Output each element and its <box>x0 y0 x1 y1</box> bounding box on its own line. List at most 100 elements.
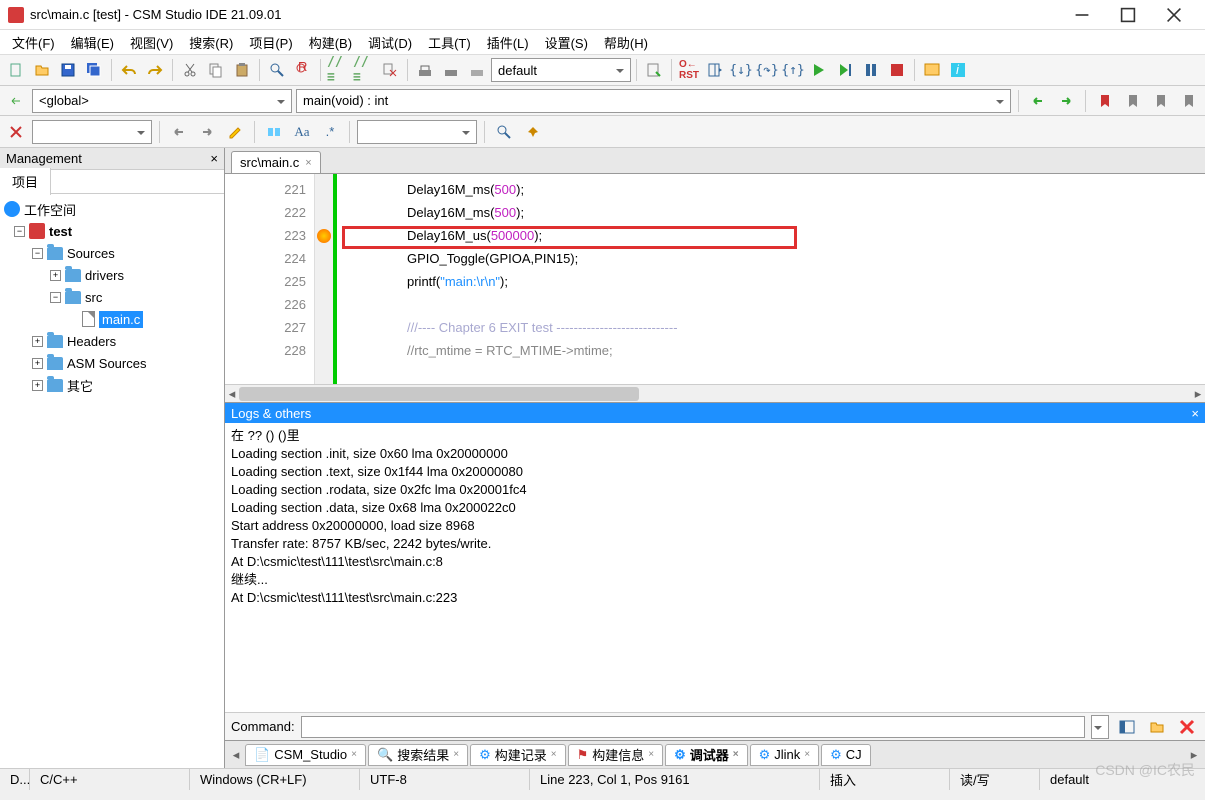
breakpoint-icon[interactable] <box>317 229 331 243</box>
tree-src[interactable]: −src <box>2 286 222 308</box>
cmd-folder-icon[interactable] <box>1145 715 1169 739</box>
build-target-combo[interactable]: default <box>491 58 631 82</box>
replace-icon[interactable]: R <box>291 58 315 82</box>
bookmark-prev-icon[interactable] <box>1121 89 1145 113</box>
tab-project[interactable]: 项目 <box>0 168 51 195</box>
step-into-icon[interactable]: {↓} <box>729 58 753 82</box>
menu-edit[interactable]: 编辑(E) <box>65 31 120 54</box>
status-eol[interactable]: Windows (CR+LF) <box>190 769 360 790</box>
continue-icon[interactable] <box>807 58 831 82</box>
tab-close-icon[interactable]: × <box>551 749 557 760</box>
find-history-combo[interactable] <box>32 120 152 144</box>
close-find-icon[interactable] <box>4 120 28 144</box>
btab-buildinfo[interactable]: ⚑构建信息× <box>568 744 664 766</box>
save-all-icon[interactable] <box>82 58 106 82</box>
status-lang[interactable]: C/C++ <box>30 769 190 790</box>
step-over-icon[interactable]: {↷} <box>755 58 779 82</box>
menu-plugins[interactable]: 插件(L) <box>481 31 535 54</box>
btab-buildlog[interactable]: ⚙构建记录× <box>470 744 566 766</box>
paste-icon[interactable] <box>230 58 254 82</box>
tabs-scroll-right-icon[interactable]: ▸ <box>1187 747 1201 763</box>
debug-window-icon[interactable] <box>920 58 944 82</box>
info-icon[interactable]: i <box>946 58 970 82</box>
redo-icon[interactable] <box>143 58 167 82</box>
reset-icon[interactable]: O←RST <box>677 58 701 82</box>
menu-project[interactable]: 项目(P) <box>243 31 298 54</box>
tab-close-icon[interactable]: × <box>305 157 311 169</box>
btab-jlink[interactable]: ⚙Jlink× <box>750 744 820 766</box>
tree-project[interactable]: −test <box>2 220 222 242</box>
command-input[interactable] <box>301 716 1085 738</box>
new-file-icon[interactable] <box>4 58 28 82</box>
pause-icon[interactable] <box>859 58 883 82</box>
stop-icon[interactable] <box>885 58 909 82</box>
tree-drivers[interactable]: +drivers <box>2 264 222 286</box>
run-to-cursor-icon[interactable] <box>833 58 857 82</box>
menu-search[interactable]: 搜索(R) <box>183 31 239 54</box>
expand-icon[interactable]: + <box>32 380 43 391</box>
build-icon[interactable] <box>413 58 437 82</box>
step-out-icon[interactable]: {↑} <box>781 58 805 82</box>
btab-debugger[interactable]: ⚙调试器× <box>665 744 748 766</box>
find-next-icon[interactable] <box>195 120 219 144</box>
collapse-icon[interactable]: − <box>32 248 43 259</box>
bookmark-next-icon[interactable] <box>1149 89 1173 113</box>
bookmark-clear-icon[interactable] <box>378 58 402 82</box>
open-file-icon[interactable] <box>30 58 54 82</box>
find-prev-icon[interactable] <box>167 120 191 144</box>
download-icon[interactable] <box>642 58 666 82</box>
uncomment-icon[interactable]: //≡ <box>352 58 376 82</box>
rebuild-icon[interactable] <box>439 58 463 82</box>
breakpoint-column[interactable] <box>315 174 333 384</box>
logs-close-icon[interactable]: × <box>1191 406 1199 421</box>
find-icon[interactable] <box>265 58 289 82</box>
tree-other[interactable]: +其它 <box>2 374 222 396</box>
tree-headers[interactable]: +Headers <box>2 330 222 352</box>
highlight-icon[interactable] <box>223 120 247 144</box>
code-editor[interactable]: 221222223224225226227228 Delay16M_ms(500… <box>225 174 1205 384</box>
menu-file[interactable]: 文件(F) <box>6 31 61 54</box>
menu-view[interactable]: 视图(V) <box>124 31 179 54</box>
nav-fwd-icon[interactable] <box>1054 89 1078 113</box>
code-text[interactable]: Delay16M_ms(500);Delay16M_ms(500);Delay1… <box>337 174 1205 384</box>
save-icon[interactable] <box>56 58 80 82</box>
menu-build[interactable]: 构建(B) <box>303 31 358 54</box>
cmd-panel-icon[interactable] <box>1115 715 1139 739</box>
command-history-combo[interactable] <box>1091 715 1109 739</box>
comment-icon[interactable]: //≡ <box>326 58 350 82</box>
tree-sources[interactable]: −Sources <box>2 242 222 264</box>
find2-icon[interactable] <box>492 120 516 144</box>
tab-close-icon[interactable]: × <box>733 749 739 760</box>
btab-search[interactable]: 🔍搜索结果× <box>368 744 468 766</box>
project-tree[interactable]: 工作空间 −test −Sources +drivers −src main.c… <box>0 194 224 768</box>
match-case-icon[interactable]: Aa <box>290 120 314 144</box>
close-button[interactable] <box>1151 0 1197 30</box>
run-icon[interactable] <box>703 58 727 82</box>
status-encoding[interactable]: UTF-8 <box>360 769 530 790</box>
editor-tab-mainc[interactable]: src\main.c × <box>231 151 321 173</box>
tree-workspace[interactable]: 工作空间 <box>2 198 222 220</box>
logs-output[interactable]: 在 ?? () ()里Loading section .init, size 0… <box>225 423 1205 712</box>
bookmark-icon[interactable] <box>1093 89 1117 113</box>
scroll-left-icon[interactable]: ◂ <box>225 385 239 403</box>
tab-close-icon[interactable]: × <box>351 749 357 760</box>
undo-icon[interactable] <box>117 58 141 82</box>
tree-mainc[interactable]: main.c <box>2 308 222 330</box>
collapse-icon[interactable]: − <box>14 226 25 237</box>
select-word-icon[interactable] <box>262 120 286 144</box>
scope-back-icon[interactable] <box>4 89 28 113</box>
menu-debug[interactable]: 调试(D) <box>362 31 418 54</box>
clean-icon[interactable] <box>465 58 489 82</box>
status-insert[interactable]: 插入 <box>820 769 950 790</box>
tabs-scroll-left-icon[interactable]: ◂ <box>229 747 243 763</box>
management-close-icon[interactable]: × <box>210 151 218 166</box>
copy-icon[interactable] <box>204 58 228 82</box>
nav-back-icon[interactable] <box>1026 89 1050 113</box>
options-icon[interactable] <box>520 120 544 144</box>
expand-icon[interactable]: + <box>50 270 61 281</box>
menu-settings[interactable]: 设置(S) <box>539 31 594 54</box>
bookmark-list-icon[interactable] <box>1177 89 1201 113</box>
tab-close-icon[interactable]: × <box>804 749 810 760</box>
scroll-thumb[interactable] <box>239 387 639 401</box>
replace-combo[interactable] <box>357 120 477 144</box>
